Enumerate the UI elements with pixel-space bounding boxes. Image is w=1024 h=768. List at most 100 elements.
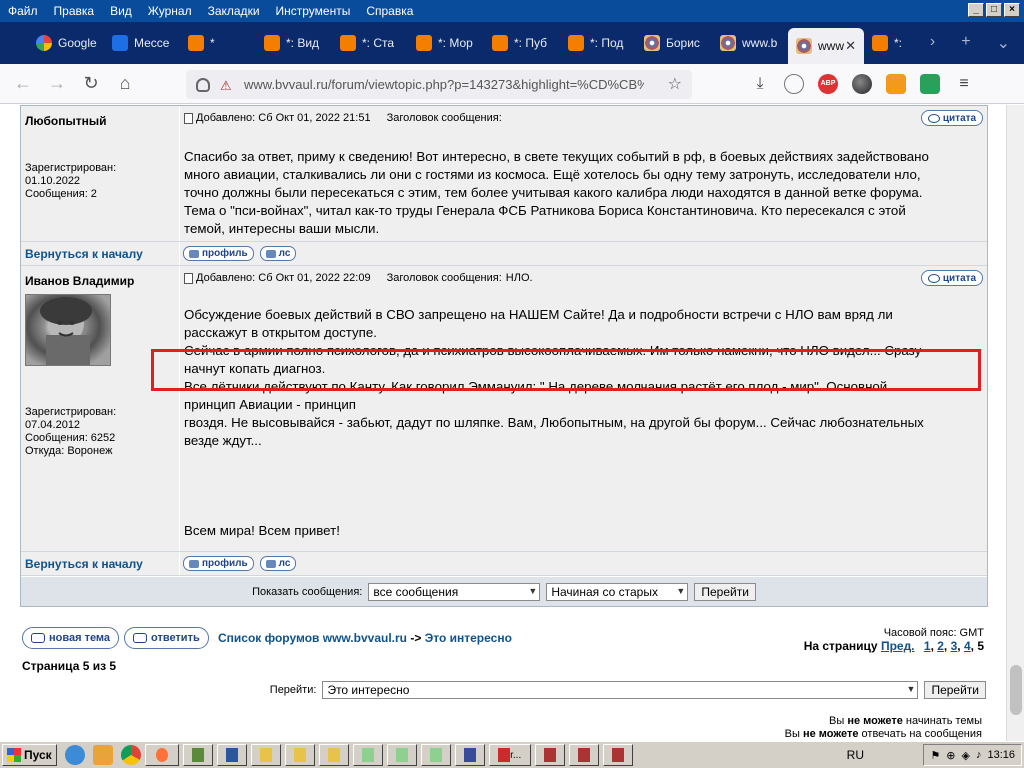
back-arrow-icon[interactable]: ← (6, 73, 40, 94)
quicklaunch-folder-icon[interactable] (92, 745, 113, 765)
download-icon[interactable]: ⤓ (750, 74, 770, 94)
tab-blogger-4[interactable]: *: Мор (408, 26, 484, 60)
prev-page-link[interactable]: Пред. (881, 639, 915, 653)
extension-ball-icon[interactable] (852, 74, 872, 94)
tab-blogger-6[interactable]: *: Под (560, 26, 636, 60)
jump-go-button[interactable]: Перейти (924, 681, 986, 699)
maximize-button[interactable]: □ (986, 3, 1002, 17)
tab-controls: › + ⌄ (930, 33, 1024, 53)
extension-orange-icon[interactable] (886, 74, 906, 94)
document-icon (395, 748, 408, 762)
task-folder-3[interactable] (318, 744, 349, 766)
pm-button[interactable]: лс (259, 246, 297, 261)
task-firefox[interactable] (144, 744, 179, 766)
profile-button[interactable]: профиль (183, 246, 254, 261)
network-icon[interactable]: ⊕ (946, 749, 955, 762)
permission-line: Вы не можете отвечать на сообщения (785, 728, 982, 741)
quote-button[interactable]: цитата (921, 270, 983, 286)
task-rdx-3[interactable] (602, 744, 633, 766)
page-link[interactable]: 1 (924, 639, 931, 653)
tab-www-b[interactable]: www.b (712, 26, 788, 60)
tab-blogger-3[interactable]: *: Ста (332, 26, 408, 60)
close-window-button[interactable]: × (1004, 3, 1020, 17)
order-select[interactable]: Начиная со старых ▼ (546, 582, 689, 601)
tab-label: *: Ста (362, 36, 395, 50)
back-to-top-link[interactable]: Вернуться к началу (21, 242, 179, 265)
show-messages-select[interactable]: все сообщения ▼ (368, 582, 541, 601)
extension-green-icon[interactable] (920, 74, 940, 94)
menu-view[interactable]: Вид (102, 0, 140, 22)
shield-tray-icon[interactable]: ◈ (962, 749, 970, 762)
reply-icon (133, 633, 147, 643)
chevron-down-icon[interactable]: ⌄ (997, 33, 1010, 53)
tab-blogger-7[interactable]: *: (864, 26, 908, 60)
menu-bookmarks[interactable]: Закладки (200, 0, 268, 22)
forward-arrow-icon[interactable]: → (40, 73, 74, 94)
start-button[interactable]: Пуск (2, 744, 57, 766)
tab-messenger[interactable]: Мессе (104, 26, 180, 60)
adblock-icon[interactable]: ABP (818, 74, 838, 94)
new-tab-icon[interactable]: + (961, 33, 970, 53)
tab-blogger-2[interactable]: *: Вид (256, 26, 332, 60)
flag-icon[interactable]: ⚑ (930, 749, 940, 762)
task-doc-1[interactable] (352, 744, 383, 766)
task-folder-2[interactable] (284, 744, 315, 766)
menu-file[interactable]: Файл (0, 0, 46, 22)
task-folder-1[interactable] (250, 744, 281, 766)
quote-button[interactable]: цитата (921, 110, 983, 126)
minimize-button[interactable]: _ (968, 3, 984, 17)
menu-edit[interactable]: Правка (46, 0, 103, 22)
page-link[interactable]: 4 (964, 639, 971, 653)
page-scrollbar[interactable] (1006, 105, 1024, 741)
post-subject-label: Заголовок сообщения: (386, 272, 502, 284)
task-doc-2[interactable] (386, 744, 417, 766)
pm-button[interactable]: лс (259, 556, 297, 571)
profile-label: профиль (202, 248, 248, 259)
reply-button[interactable]: ответить (124, 627, 209, 649)
volume-icon[interactable]: ♪ (976, 749, 982, 761)
menu-tools[interactable]: Инструменты (268, 0, 359, 22)
taskbar: Пуск r... RU ⚑ ⊕ ◈ ♪ 13:16 (0, 741, 1024, 768)
bookmark-star-icon[interactable]: ☆ (668, 74, 682, 94)
tab-blogger-1[interactable]: * (180, 26, 256, 60)
tab-blogger-5[interactable]: *: Пуб (484, 26, 560, 60)
back-to-top-link[interactable]: Вернуться к началу (21, 552, 179, 575)
page-link[interactable]: 2 (937, 639, 944, 653)
breadcrumb-topic-link[interactable]: Это интересно (425, 631, 512, 645)
globe-icon[interactable] (784, 74, 804, 94)
blogger-icon (340, 35, 356, 51)
new-topic-button[interactable]: новая тема (22, 627, 120, 649)
task-label: r... (510, 749, 522, 761)
home-icon[interactable]: ⌂ (108, 73, 142, 94)
tab-active[interactable]: www ✕ (788, 28, 864, 64)
reload-icon[interactable]: ↻ (74, 73, 108, 94)
scrollbar-thumb[interactable] (1010, 665, 1022, 715)
dropdown-arrow-icon: ▼ (676, 585, 686, 596)
chevron-right-icon[interactable]: › (930, 33, 935, 53)
tab-google[interactable]: Google (28, 26, 104, 60)
language-indicator[interactable]: RU (847, 748, 864, 762)
filter-go-button[interactable]: Перейти (694, 582, 756, 601)
quicklaunch-chrome-icon[interactable] (120, 745, 141, 765)
post-header: Добавлено: Сб Окт 01, 2022 21:51 Заголов… (180, 106, 987, 130)
task-doc-3[interactable] (420, 744, 451, 766)
hamburger-menu-icon[interactable]: ≡ (954, 74, 974, 94)
close-tab-icon[interactable]: ✕ (845, 38, 856, 54)
menu-help[interactable]: Справка (358, 0, 421, 22)
page-link[interactable]: 3 (951, 639, 958, 653)
word-icon (225, 748, 238, 762)
quicklaunch-globe-icon[interactable] (64, 745, 85, 765)
tab-boris[interactable]: Борис (636, 26, 712, 60)
post-date: Добавлено: Сб Окт 01, 2022 22:09 (196, 272, 371, 284)
profile-button[interactable]: профиль (183, 556, 254, 571)
jump-select[interactable]: Это интересно ▼ (322, 681, 919, 699)
task-rdx-2[interactable] (568, 744, 599, 766)
breadcrumb-forum-link[interactable]: Список форумов www.bvvaul.ru (218, 631, 407, 645)
task-r[interactable]: r... (488, 744, 531, 766)
menu-history[interactable]: Журнал (140, 0, 200, 22)
address-bar[interactable]: ⚠ www.bvvaul.ru/forum/viewtopic.php?p=14… (186, 70, 692, 99)
task-word[interactable] (216, 744, 247, 766)
task-save[interactable] (454, 744, 485, 766)
task-app[interactable] (182, 744, 213, 766)
task-rdx-1[interactable] (534, 744, 565, 766)
